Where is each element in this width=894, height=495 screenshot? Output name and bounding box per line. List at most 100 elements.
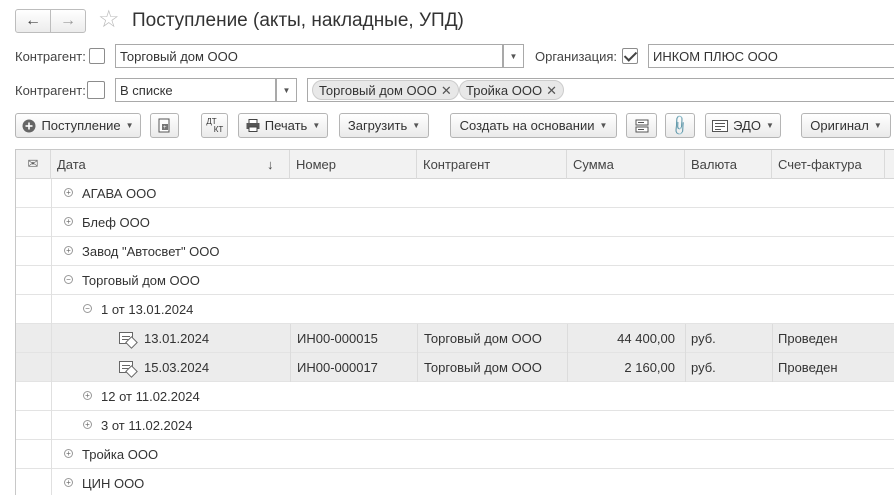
arrow-left-icon: ← (25, 12, 41, 29)
chevron-down-icon: ▼ (125, 121, 134, 130)
sort-descending-icon: ↓ (267, 157, 274, 172)
group-row[interactable]: + ЦИН ООО (16, 469, 894, 495)
edo-icon (712, 119, 729, 132)
column-divider (567, 353, 568, 382)
filter-tag[interactable]: Тройка ООО ✕ (459, 80, 564, 100)
original-button[interactable]: Оригинал ▼ (801, 113, 891, 138)
kontragent-checkbox[interactable] (89, 48, 105, 64)
expand-icon[interactable]: + (64, 478, 73, 487)
column-kontragent[interactable]: Контрагент (417, 150, 567, 179)
expand-icon[interactable]: + (64, 449, 73, 458)
cell-invoice: Проведен (778, 360, 838, 375)
column-divider (417, 324, 418, 353)
postuplenie-button[interactable]: Поступление ▼ (15, 113, 141, 138)
collapse-icon[interactable]: − (83, 304, 92, 313)
org-label: Организация: (535, 49, 618, 64)
edo-button[interactable]: ЭДО ▼ (705, 113, 781, 138)
chevron-down-icon: ▼ (282, 85, 291, 95)
star-icon[interactable]: ☆ (98, 8, 120, 32)
cell-kontragent: Торговый дом ООО (424, 360, 542, 375)
chevron-down-icon: ▼ (765, 121, 774, 130)
group-label: Завод "Автосвет" ООО (82, 244, 220, 259)
chevron-down-icon: ▼ (312, 121, 321, 130)
chevron-down-icon: ▼ (873, 121, 882, 130)
group-label: 3 от 11.02.2024 (101, 418, 193, 433)
cell-number: ИН00-000017 (297, 360, 378, 375)
close-icon[interactable]: ✕ (546, 83, 557, 98)
expand-icon[interactable]: + (64, 217, 73, 226)
arrow-right-icon: → (60, 12, 76, 29)
cell-sum: 2 160,00 (624, 360, 675, 375)
column-sum[interactable]: Сумма (567, 150, 685, 179)
chevron-down-icon: ▼ (412, 121, 421, 130)
group-row[interactable]: −1 от 13.01.2024 (16, 295, 894, 324)
copy-button[interactable]: + (150, 113, 179, 138)
document-posted-icon (119, 332, 133, 344)
cell-sum: 44 400,00 (617, 331, 675, 346)
group-row[interactable]: − Торговый дом ООО (16, 266, 894, 295)
collapse-icon[interactable]: − (64, 275, 73, 284)
group-row[interactable]: + Завод "Автосвет" ООО (16, 237, 894, 266)
group-label: Тройка ООО (82, 447, 159, 462)
group-row[interactable]: +3 от 11.02.2024 (16, 411, 894, 440)
attachment-column-header[interactable]: ✉ (16, 150, 51, 179)
cell-kontragent: Торговый дом ООО (424, 331, 542, 346)
group-row[interactable]: +12 от 11.02.2024 (16, 382, 894, 411)
column-currency[interactable]: Валюта (685, 150, 772, 179)
column-divider (772, 324, 773, 353)
cell-invoice: Проведен (778, 331, 838, 346)
group-label: АГАВА ООО (82, 186, 157, 201)
documents-table[interactable]: ✉ Дата ↓ Номер Контрагент Сумма Валюта Сч… (15, 149, 894, 495)
copy-doc-icon: + (158, 118, 169, 132)
paperclip-icon: ✉ (27, 156, 39, 171)
kontragent2-label: Контрагент: (15, 83, 86, 98)
structure-icon (635, 119, 648, 132)
print-button[interactable]: Печать ▼ (238, 113, 328, 138)
back-button[interactable]: ← (15, 9, 51, 33)
expand-icon[interactable]: + (83, 420, 92, 429)
group-label: Торговый дом ООО (82, 273, 200, 288)
column-divider (685, 324, 686, 353)
load-button[interactable]: Загрузить ▼ (339, 113, 429, 138)
group-row[interactable]: + АГАВА ООО (16, 179, 894, 208)
dt-kt-button[interactable]: ДТ КТ (201, 113, 228, 138)
printer-icon (246, 119, 260, 132)
create-based-button[interactable]: Создать на основании ▼ (450, 113, 617, 138)
filter-tag[interactable]: Торговый дом ООО ✕ (312, 80, 459, 100)
group-row[interactable]: + Блеф ООО (16, 208, 894, 237)
expand-icon[interactable]: + (64, 246, 73, 255)
mode-dropdown-button[interactable]: ▼ (276, 78, 297, 102)
forward-button[interactable]: → (50, 9, 86, 33)
structure-button[interactable] (626, 113, 657, 138)
mode-field[interactable]: В списке (115, 78, 276, 102)
expand-icon[interactable]: + (64, 188, 73, 197)
column-divider (567, 324, 568, 353)
org-checkbox[interactable] (622, 48, 638, 64)
group-label: 1 от 13.01.2024 (101, 302, 194, 317)
kontragent-field[interactable]: Торговый дом ООО (115, 44, 503, 68)
column-invoice[interactable]: Счет-фактура (772, 150, 885, 179)
add-circle-icon (22, 119, 36, 132)
kontragent2-checkbox[interactable] (87, 81, 105, 99)
table-row[interactable]: 13.01.2024 ИН00-000015 Торговый дом ООО 44 … (16, 324, 894, 353)
column-divider (417, 353, 418, 382)
page-title: Поступление (акты, накладные, УПД) (132, 10, 464, 31)
expand-icon[interactable]: + (83, 391, 92, 400)
cell-currency: руб. (691, 331, 716, 346)
cell-date: 15.03.2024 (144, 360, 210, 375)
attachment-column-divider (51, 179, 52, 495)
column-number[interactable]: Номер (290, 150, 417, 179)
table-row[interactable]: 15.03.2024 ИН00-000017 Торговый дом ООО 2 1… (16, 353, 894, 382)
org-field[interactable]: ИНКОМ ПЛЮС ООО (648, 44, 894, 68)
table-header: ✉ Дата ↓ Номер Контрагент Сумма Валюта Сч… (16, 150, 894, 179)
close-icon[interactable]: ✕ (441, 83, 452, 98)
document-posted-icon (119, 361, 133, 373)
group-row[interactable]: + Тройка ООО (16, 440, 894, 469)
cell-date: 13.01.2024 (144, 331, 210, 346)
column-date[interactable]: Дата ↓ (51, 150, 290, 179)
chevron-down-icon: ▼ (599, 121, 608, 130)
kontragent-dropdown-button[interactable]: ▼ (503, 44, 524, 68)
group-label: ЦИН ООО (82, 476, 145, 491)
attach-button[interactable]: 📎 (665, 113, 695, 138)
svg-text:+: + (163, 125, 167, 131)
